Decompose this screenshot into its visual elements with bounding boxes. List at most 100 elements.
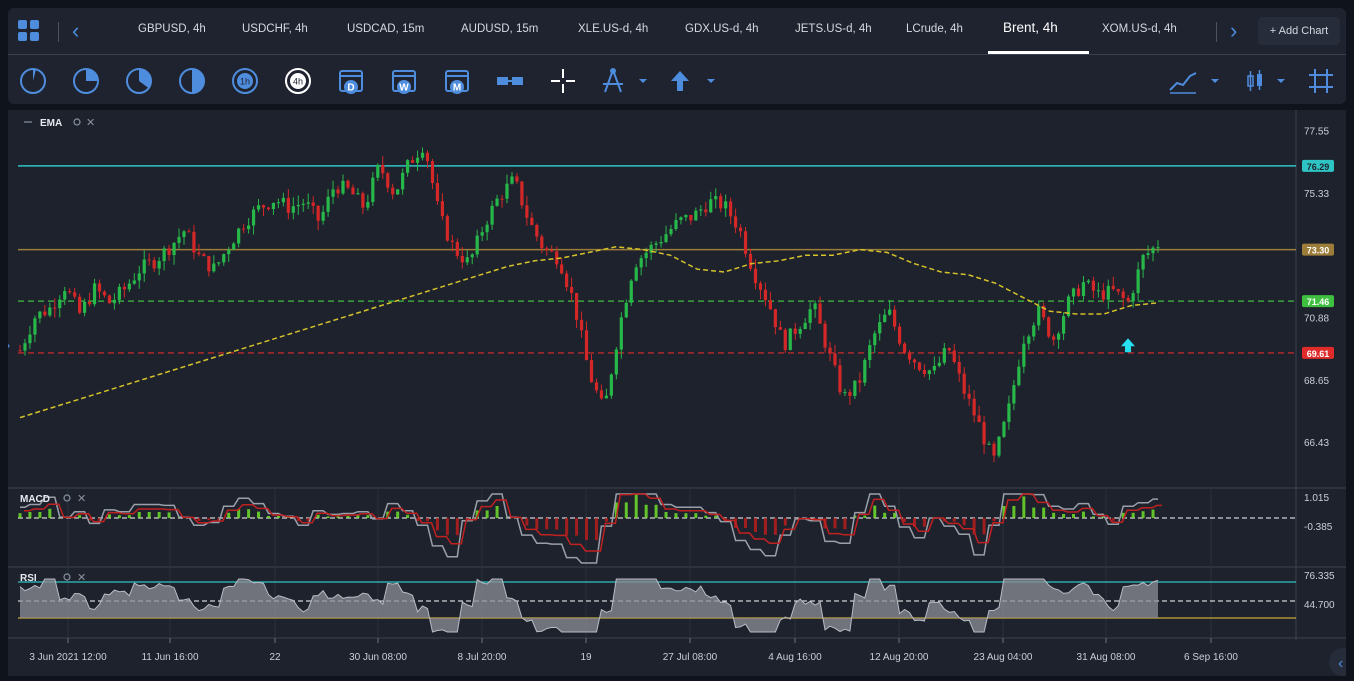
- macd-histogram-bar: [982, 518, 986, 535]
- am: [671, 71, 689, 91]
- clock-1h-icon[interactable]: 1h: [230, 66, 260, 96]
- candle-body: [808, 309, 812, 323]
- candle-body: [331, 189, 335, 197]
- candle-body: [912, 359, 917, 363]
- x-tick-label: 31 Aug 08:00: [1077, 652, 1136, 663]
- r2: [512, 77, 523, 85]
- cd: [707, 79, 715, 83]
- settings-gear-icon[interactable]: [63, 494, 71, 502]
- candle-body: [629, 280, 633, 303]
- layout-grid-icon[interactable]: [18, 20, 40, 42]
- clock-15m-icon[interactable]: [124, 66, 154, 96]
- macd-histogram-bar: [465, 518, 469, 520]
- rsi-area: [20, 579, 1158, 632]
- macd-histogram-bar: [694, 513, 698, 518]
- clock-1m-icon[interactable]: [18, 66, 48, 96]
- calendar-day-icon[interactable]: D: [336, 66, 366, 96]
- candle-body: [773, 309, 777, 328]
- clock-4h-icon[interactable]: 4h: [283, 66, 313, 96]
- range-selector-icon[interactable]: [495, 66, 525, 96]
- settings-gear-icon[interactable]: [63, 573, 71, 581]
- candle-body: [266, 207, 271, 210]
- macd-histogram-bar: [594, 518, 598, 540]
- tab-brent-4h[interactable]: Brent, 4h: [1003, 20, 1058, 35]
- macd-histogram-bar: [585, 518, 589, 540]
- grid-toggle-icon[interactable]: [1306, 66, 1336, 96]
- candle-body: [480, 232, 484, 236]
- panel-expand-left-icon[interactable]: ›: [5, 337, 10, 354]
- candle-body: [465, 257, 469, 263]
- chevron-down-icon[interactable]: [696, 66, 726, 96]
- candle-body: [589, 360, 594, 383]
- macd-histogram-bar: [922, 518, 926, 527]
- macd-histogram-bar: [644, 504, 648, 518]
- tab-xle-us-d-4h[interactable]: XLE.US-d, 4h: [578, 23, 648, 35]
- macd-histogram-bar: [1042, 507, 1046, 518]
- candle-body: [177, 237, 181, 243]
- macd-histogram-bar: [257, 511, 261, 518]
- candle-body: [415, 157, 420, 163]
- close-icon[interactable]: ✕: [77, 493, 86, 505]
- close-icon[interactable]: ✕: [77, 572, 86, 584]
- chevron-down-icon[interactable]: [1200, 66, 1230, 96]
- buy-arrow-marker[interactable]: [1121, 338, 1135, 353]
- rsi-axis-label: 44.700: [1304, 600, 1335, 611]
- add-chart-button[interactable]: + Add Chart: [1258, 17, 1340, 45]
- chevron-down-icon[interactable]: [1266, 66, 1296, 96]
- calendar-week-icon[interactable]: W: [389, 66, 419, 96]
- macd-histogram-bar: [48, 508, 52, 518]
- tab-usdchf-4h[interactable]: USDCHF, 4h: [242, 23, 308, 35]
- candle-body: [78, 296, 82, 313]
- candle-body: [565, 273, 569, 288]
- tab-scroll-left-icon[interactable]: ‹: [72, 18, 79, 44]
- macd-histogram-bar: [1052, 512, 1056, 518]
- chevron-down-icon[interactable]: [628, 66, 658, 96]
- x-tick-label: 6 Sep 16:00: [1184, 652, 1238, 663]
- candle-body: [768, 300, 772, 310]
- price-tick-label: 70.88: [1304, 313, 1329, 324]
- arrow-marker-icon[interactable]: [665, 66, 695, 96]
- candle-body: [48, 307, 52, 316]
- c3: [560, 78, 566, 84]
- chart-area[interactable]: 76.29 73.30 71.46 69.61 77.55 75.33 70.88 68.65…: [5, 110, 1354, 676]
- candle-body: [246, 225, 251, 230]
- tab-xom-us-d-4h[interactable]: XOM.US-d, 4h: [1102, 23, 1177, 35]
- macd-histogram-bar: [147, 512, 151, 518]
- tab-jets-us-d-4h[interactable]: JETS.US-d, 4h: [795, 23, 872, 35]
- price-chart-svg[interactable]: 76.29 73.30 71.46 69.61 77.55 75.33 70.88 68.65…: [5, 110, 1354, 676]
- candle-body: [1012, 385, 1016, 404]
- calendar-month-icon[interactable]: M: [442, 66, 472, 96]
- candle-body: [1156, 247, 1160, 249]
- macd-histogram-bar: [346, 516, 350, 518]
- macd-histogram-bar: [773, 518, 777, 535]
- macd-histogram-bar: [962, 518, 966, 526]
- macd-histogram-bar: [336, 516, 340, 518]
- clock-30m-icon[interactable]: [177, 66, 207, 96]
- macd-histogram-bar: [664, 512, 668, 518]
- tab-audusd-15m[interactable]: AUDUSD, 15m: [461, 23, 538, 35]
- clock-5m-icon[interactable]: [71, 66, 101, 96]
- tab-scroll-right-icon[interactable]: ›: [1230, 18, 1237, 44]
- settings-gear-icon[interactable]: [73, 118, 81, 126]
- candle-body: [550, 250, 554, 252]
- candle-body: [937, 362, 941, 366]
- tab-gbpusd-4h[interactable]: GBPUSD, 4h: [138, 23, 206, 35]
- macd-histogram-bar: [495, 506, 499, 518]
- tab-usdcad-15m[interactable]: USDCAD, 15m: [347, 23, 424, 35]
- candle-body: [1022, 343, 1026, 367]
- candle-body: [724, 201, 728, 209]
- close-icon[interactable]: ✕: [86, 117, 95, 129]
- drawing-tools-icon[interactable]: [598, 66, 628, 96]
- chevron-left-icon[interactable]: ‹: [1338, 655, 1343, 672]
- calendar-label: W: [399, 83, 409, 94]
- candle-body: [83, 301, 87, 313]
- tab-gdx-us-d-4h[interactable]: GDX.US-d, 4h: [685, 23, 759, 35]
- candle-body: [639, 258, 643, 268]
- candle-body: [1007, 403, 1011, 422]
- chart-type-line-icon[interactable]: [1168, 66, 1198, 96]
- crosshair-icon[interactable]: [548, 66, 578, 96]
- tab-lcrude-4h[interactable]: LCrude, 4h: [906, 23, 963, 35]
- x-tick-label: 3 Jun 2021 12:00: [29, 652, 107, 663]
- candle-body: [972, 398, 976, 416]
- candle-body: [381, 164, 385, 174]
